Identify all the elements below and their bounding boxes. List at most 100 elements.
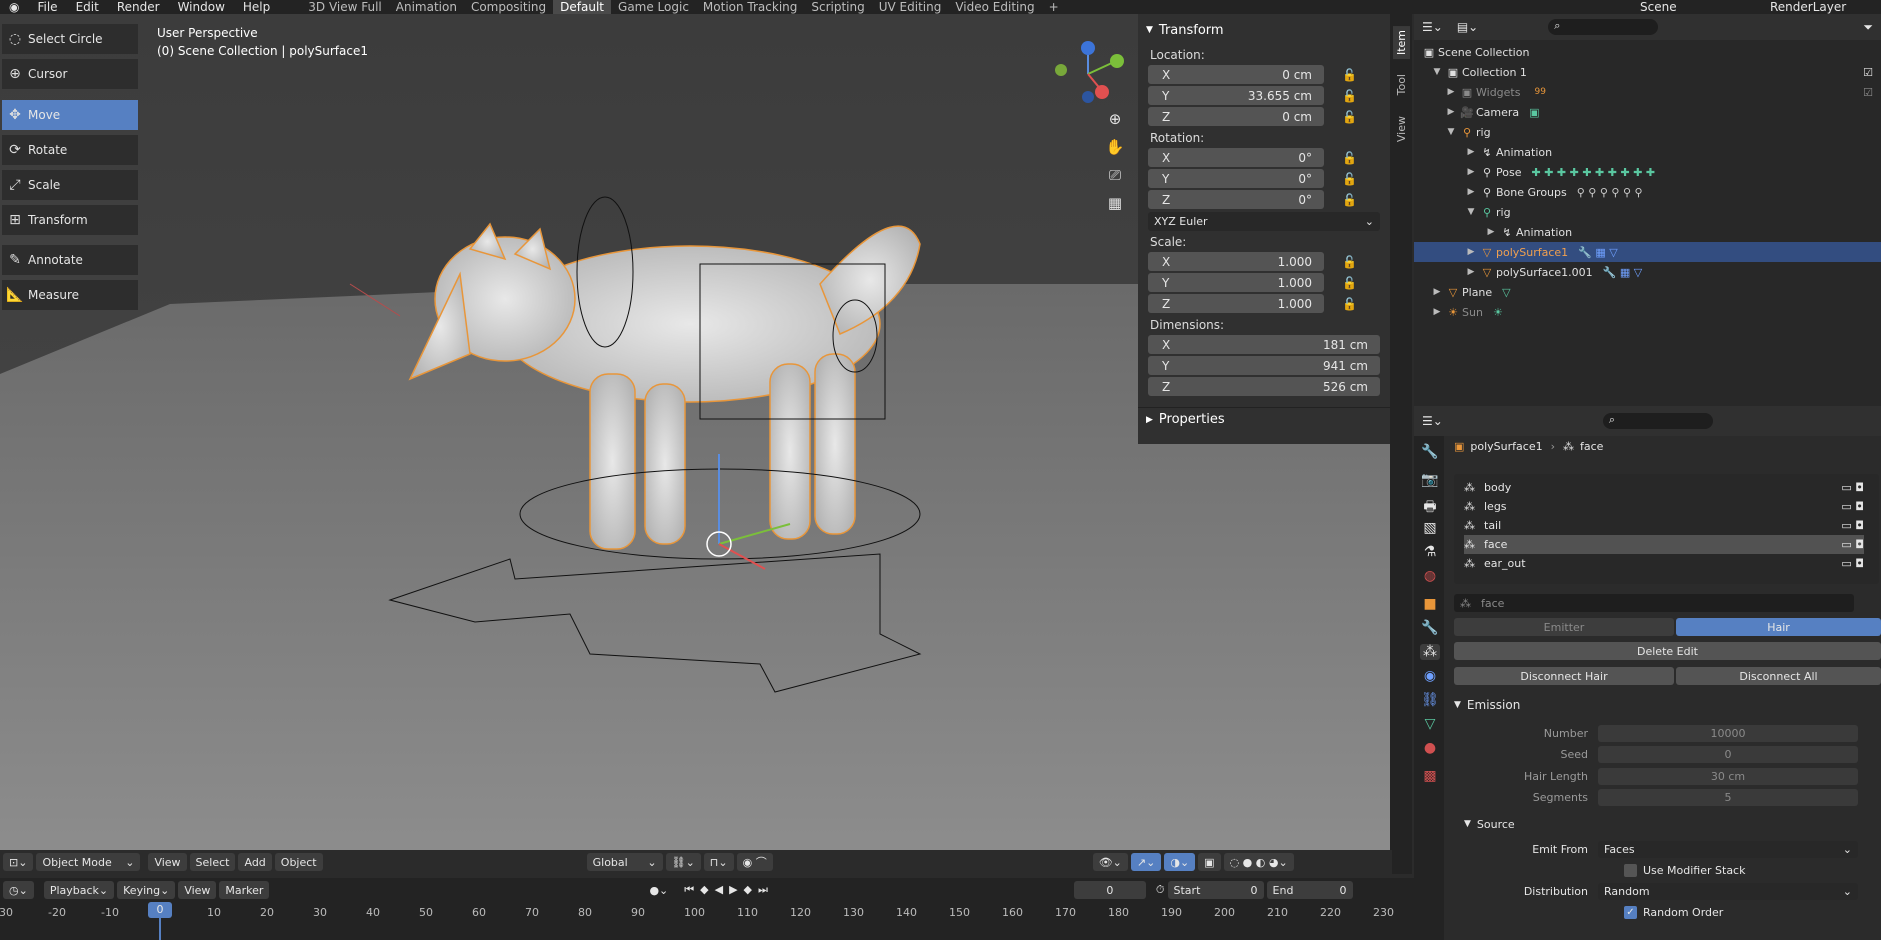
list-item[interactable]: ⁂ ear_out ▭ ◘ bbox=[1464, 554, 1864, 573]
outliner-row-bone-groups[interactable]: ▶ ⚲ Bone Groups ⚲ ⚲ ⚲ ⚲ ⚲ ⚲ bbox=[1414, 182, 1881, 202]
tab-item[interactable]: Item bbox=[1393, 26, 1410, 60]
zoom-icon[interactable]: ⊕ bbox=[1102, 110, 1128, 138]
ortho-grid-icon[interactable]: ▦ bbox=[1102, 194, 1128, 222]
hair-length-field[interactable]: Hair Length 30 cm bbox=[1448, 767, 1858, 785]
rotation-z-field[interactable]: Z 0° bbox=[1148, 190, 1324, 209]
view-layer-tab-icon[interactable]: ▧ bbox=[1420, 520, 1440, 536]
dimensions-x-field[interactable]: X 181 cm bbox=[1148, 335, 1380, 354]
outliner-row-widgets[interactable]: ▶ ▣ Widgets 99 ☑ bbox=[1414, 82, 1881, 102]
start-frame-field[interactable]: Start 0 bbox=[1167, 881, 1264, 899]
object-menu[interactable]: Object bbox=[274, 853, 323, 871]
list-item[interactable]: ⁂ tail ▭ ◘ bbox=[1464, 516, 1864, 535]
camera-data-icon[interactable]: ▣ bbox=[1529, 106, 1539, 119]
view-menu[interactable]: View bbox=[148, 853, 187, 871]
snap-icon[interactable]: ⊓⌄ bbox=[703, 853, 734, 871]
workspace-tab[interactable]: UV Editing bbox=[872, 0, 949, 14]
playback-controls[interactable]: ⏮◆◀▶◆⏭ bbox=[684, 883, 774, 897]
particle-settings-field[interactable]: ⁂ face bbox=[1454, 594, 1854, 612]
expand-icon[interactable]: ▶ bbox=[1430, 287, 1444, 297]
pivot-icon[interactable]: ⛓⌄ bbox=[665, 853, 701, 871]
constraints-tab-icon[interactable]: ⛓ bbox=[1420, 692, 1440, 708]
disconnect-hair-button[interactable]: Disconnect Hair bbox=[1454, 667, 1674, 685]
outliner-row-animation[interactable]: ▶ ↯ Animation bbox=[1414, 142, 1881, 162]
outliner-row-polysurface1[interactable]: ▶ ▽ polySurface1 🔧 ▦ ▽ bbox=[1414, 242, 1881, 262]
workspace-tab[interactable]: 3D View Full bbox=[301, 0, 389, 14]
location-x-field[interactable]: X0 cm bbox=[1148, 65, 1324, 84]
emitter-tab[interactable]: Emitter bbox=[1454, 618, 1674, 636]
properties-search-input[interactable]: ⌕ bbox=[1602, 413, 1713, 429]
lock-icon[interactable]: 🔓 bbox=[1342, 276, 1357, 290]
blender-logo-icon[interactable]: ◉ bbox=[0, 0, 28, 14]
end-frame-field[interactable]: End 0 bbox=[1266, 881, 1353, 899]
playback-menu[interactable]: Playback ⌄ bbox=[43, 881, 115, 899]
workspace-tab[interactable]: Scripting bbox=[804, 0, 871, 14]
tool-annotate[interactable]: ✎ Annotate bbox=[2, 245, 138, 275]
menu-help[interactable]: Help bbox=[234, 0, 279, 14]
expand-icon[interactable]: ▶ bbox=[1464, 147, 1478, 157]
editor-type-icon[interactable]: ☰⌄ bbox=[1422, 414, 1443, 428]
menu-render[interactable]: Render bbox=[108, 0, 169, 14]
disconnect-all-button[interactable]: Disconnect All bbox=[1676, 667, 1881, 685]
rotation-mode-dropdown[interactable]: XYZ Euler ⌄ bbox=[1148, 212, 1380, 231]
outliner-search-input[interactable]: ⌕ bbox=[1548, 19, 1659, 35]
workspace-tab[interactable]: Video Editing bbox=[948, 0, 1041, 14]
workspace-tab[interactable]: Motion Tracking bbox=[696, 0, 804, 14]
lock-icon[interactable]: 🔓 bbox=[1342, 297, 1357, 311]
outliner-row-scene-collection[interactable]: ▣ Scene Collection bbox=[1414, 42, 1881, 62]
expand-icon[interactable]: ▶ bbox=[1464, 267, 1478, 277]
collapse-icon[interactable]: ▼ bbox=[1430, 67, 1444, 77]
emission-panel-header[interactable]: ▼ Emission bbox=[1454, 694, 1881, 716]
tool-tab-icon[interactable]: 🔧 bbox=[1420, 444, 1440, 460]
properties-panel-header[interactable]: ▶ Properties bbox=[1138, 407, 1390, 431]
editor-type-button[interactable]: ◷⌄ bbox=[3, 881, 34, 899]
outliner-row-sun[interactable]: ▶ ☀ Sun ☀ bbox=[1414, 302, 1881, 322]
world-tab-icon[interactable]: ◍ bbox=[1420, 568, 1440, 584]
modifier-tab-icon[interactable]: 🔧 bbox=[1420, 620, 1440, 636]
visibility-icons[interactable]: ▭ ◘ bbox=[1841, 519, 1864, 532]
outliner-row-rig-data[interactable]: ▼ ⚲ rig bbox=[1414, 202, 1881, 222]
dimensions-y-field[interactable]: Y 941 cm bbox=[1148, 356, 1380, 375]
visibility-icons[interactable]: ▭ ◘ bbox=[1841, 557, 1864, 570]
scale-x-field[interactable]: X 1.000 bbox=[1148, 252, 1324, 271]
visibility-icon[interactable]: 👁⌄ bbox=[1092, 853, 1128, 871]
view-layer-selector[interactable]: RenderLayer bbox=[1761, 0, 1881, 14]
marker-menu[interactable]: Marker bbox=[219, 881, 270, 899]
material-tab-icon[interactable]: ● bbox=[1420, 740, 1440, 756]
physics-tab-icon[interactable]: ◉ bbox=[1420, 668, 1440, 684]
outliner-row-polysurface1-001[interactable]: ▶ ▽ polySurface1.001 🔧 ▦ ▽ bbox=[1414, 262, 1881, 282]
shading-icons[interactable]: ◌ ● ◐ ◕⌄ bbox=[1223, 853, 1294, 871]
tool-cursor[interactable]: ⊕ Cursor bbox=[2, 59, 138, 89]
menu-window[interactable]: Window bbox=[169, 0, 234, 14]
tab-view[interactable]: View bbox=[1393, 112, 1410, 146]
number-field[interactable]: Number 10000 bbox=[1448, 724, 1858, 742]
expand-icon[interactable]: ▶ bbox=[1444, 107, 1458, 117]
lock-icon[interactable]: 🔓 bbox=[1342, 151, 1357, 165]
lock-icon[interactable]: 🔓 bbox=[1342, 89, 1357, 103]
timeline-view-menu[interactable]: View bbox=[178, 881, 217, 899]
list-item[interactable]: ⁂ legs ▭ ◘ bbox=[1464, 497, 1864, 516]
gizmo-icon[interactable]: ↗⌄ bbox=[1130, 853, 1162, 871]
editor-type-icon[interactable]: ☰⌄ bbox=[1422, 20, 1443, 34]
filter-icon[interactable]: ⏷ bbox=[1863, 20, 1873, 35]
pan-hand-icon[interactable]: ✋ bbox=[1102, 138, 1128, 166]
tool-select-circle[interactable]: ◌ Select Circle bbox=[2, 24, 138, 54]
lock-icon[interactable]: 🔓 bbox=[1342, 172, 1357, 186]
checkbox-icon[interactable]: ☑ bbox=[1863, 86, 1873, 99]
keying-menu[interactable]: Keying ⌄ bbox=[117, 881, 176, 899]
outliner-row-animation-data[interactable]: ▶ ↯ Animation bbox=[1414, 222, 1881, 242]
distribution-dropdown[interactable]: Random ⌄ bbox=[1598, 882, 1858, 900]
menu-edit[interactable]: Edit bbox=[67, 0, 108, 14]
data-tab-icon[interactable]: ▽ bbox=[1420, 716, 1440, 732]
scene-selector[interactable]: Scene bbox=[1631, 0, 1761, 14]
visibility-icons[interactable]: ▭ ◘ bbox=[1841, 538, 1864, 551]
lock-icon[interactable]: 🔓 bbox=[1342, 193, 1357, 207]
xray-icon[interactable]: ▣ bbox=[1198, 853, 1221, 871]
lock-icon[interactable]: 🔓 bbox=[1342, 68, 1357, 82]
visibility-icons[interactable]: ▭ ◘ bbox=[1841, 500, 1864, 513]
list-item[interactable]: ⁂ body ▭ ◘ bbox=[1464, 478, 1864, 497]
transform-panel-header[interactable]: ▼ Transform bbox=[1138, 18, 1390, 42]
expand-icon[interactable]: ▶ bbox=[1464, 247, 1478, 257]
texture-tab-icon[interactable]: ▩ bbox=[1420, 768, 1440, 784]
rotation-x-field[interactable]: X 0° bbox=[1148, 148, 1324, 167]
object-tab-icon[interactable]: ■ bbox=[1420, 596, 1440, 612]
